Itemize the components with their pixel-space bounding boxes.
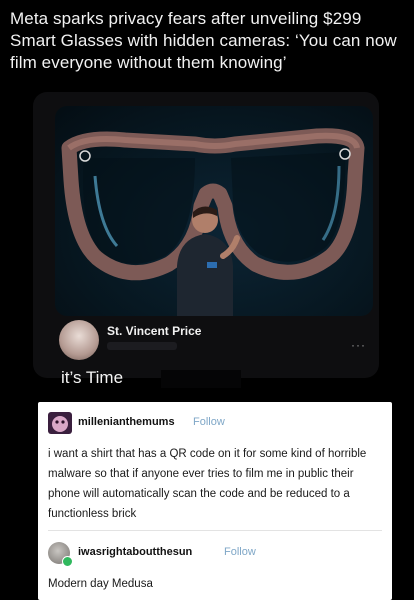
- redacted-area: [161, 370, 241, 388]
- author-name[interactable]: St. Vincent Price: [107, 324, 201, 338]
- tweet-text: it’s Time: [61, 368, 124, 387]
- tweet-author: St. Vincent Price: [59, 320, 359, 360]
- glasses-illustration: [61, 128, 365, 316]
- author-handle-redacted: [107, 342, 177, 350]
- tumblr-post: millenianthemums Follow i want a shirt t…: [38, 402, 392, 600]
- glasses-photo: [55, 106, 373, 316]
- divider: [48, 530, 382, 531]
- post-username[interactable]: millenianthemums: [78, 416, 175, 428]
- avatar[interactable]: [59, 320, 99, 360]
- reply-username[interactable]: iwasrightaboutthesun: [78, 546, 192, 558]
- avatar[interactable]: [48, 412, 72, 434]
- online-badge-icon: [62, 556, 73, 567]
- more-dots-icon[interactable]: ···: [351, 338, 366, 352]
- news-headline: Meta sparks privacy fears after unveilin…: [10, 9, 397, 72]
- follow-button[interactable]: Follow: [193, 416, 225, 428]
- tweet-card: St. Vincent Price ··· it’s Time: [33, 92, 379, 388]
- post-body: i want a shirt that has a QR code on it …: [48, 448, 367, 520]
- reply-body: Modern day Medusa: [48, 578, 153, 590]
- reply-follow-button[interactable]: Follow: [224, 546, 256, 558]
